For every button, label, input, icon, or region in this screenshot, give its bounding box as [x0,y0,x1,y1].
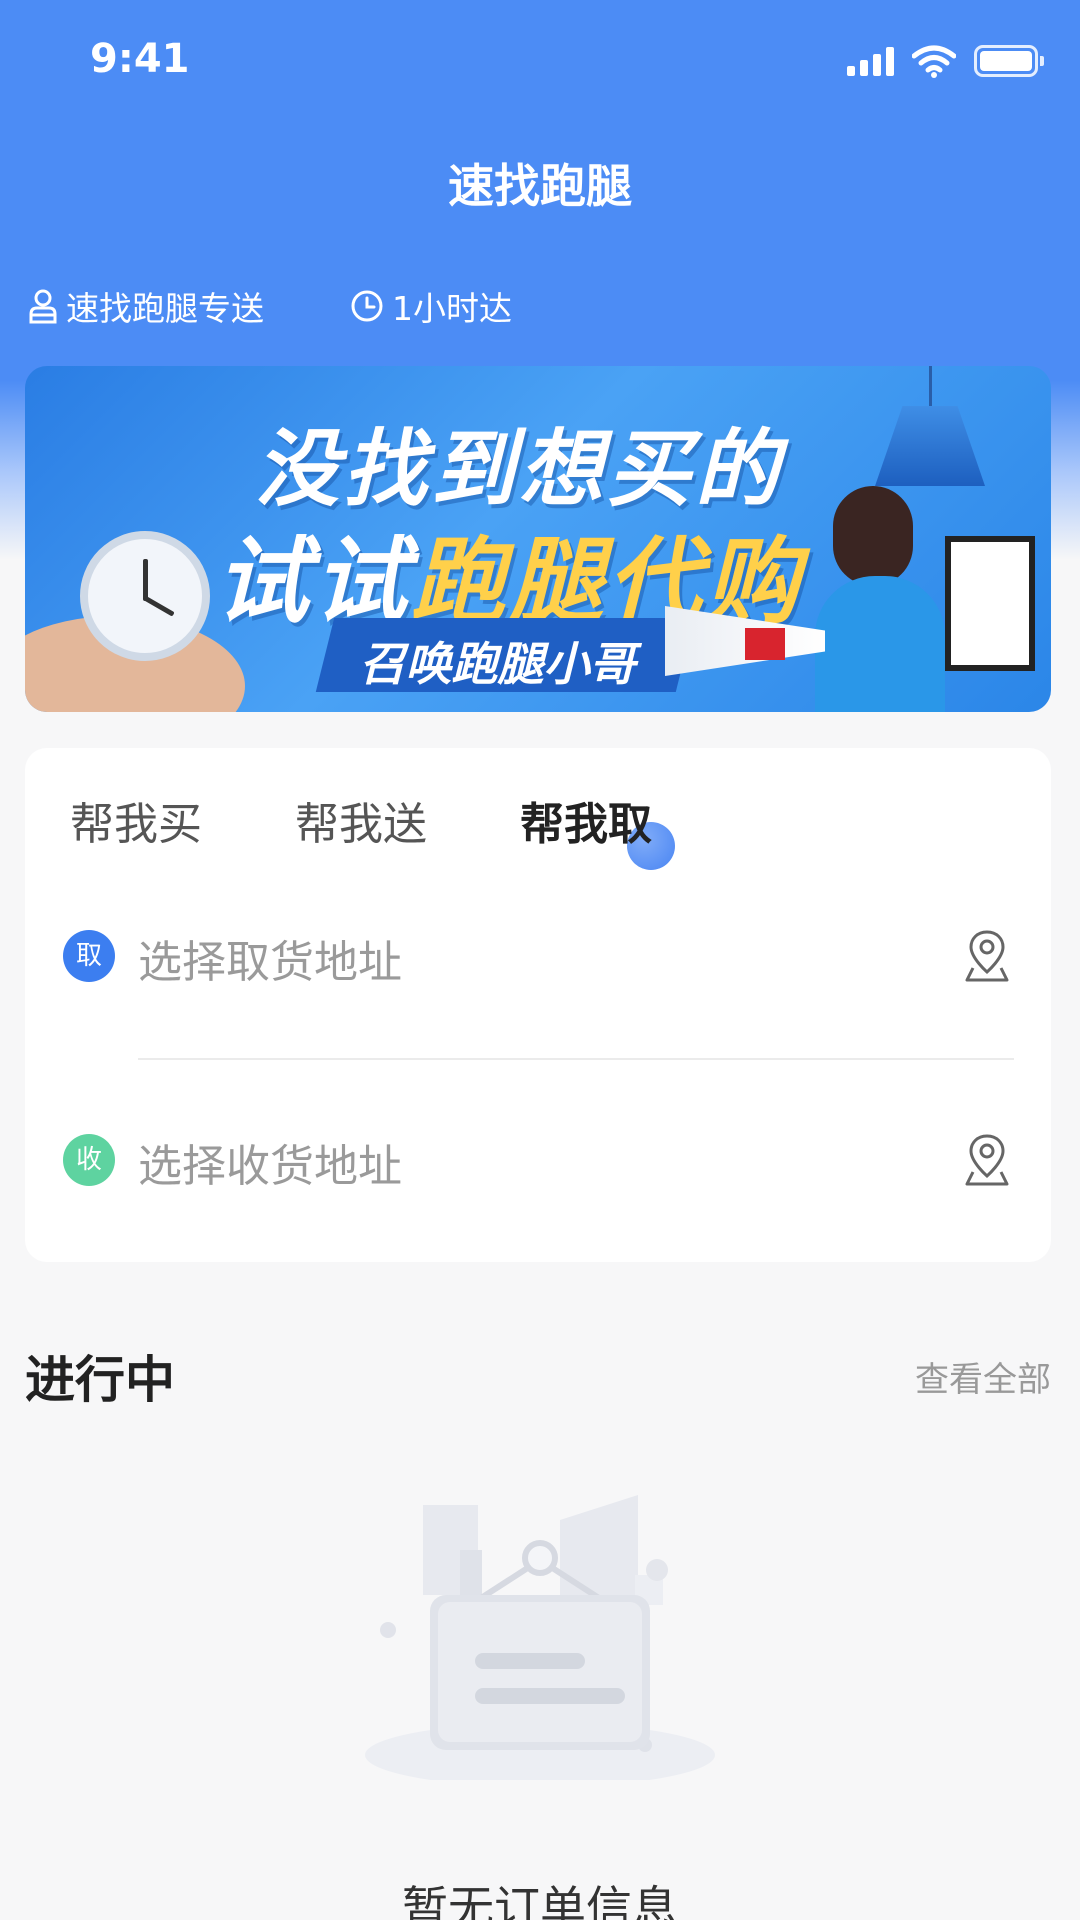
banner-tag: 召唤跑腿小哥 [315,618,695,692]
tab-buy-for-me[interactable]: 帮我买 [70,788,202,852]
feature-courier-label: 速找跑腿专送 [66,289,264,328]
page-title: 速找跑腿 [448,159,632,213]
banner-lamp-cord [929,366,932,408]
signal-icon [847,46,894,76]
delivery-address-row[interactable]: 收 选择收货地址 [25,1112,1051,1212]
wall-clock-icon [80,531,210,661]
tab-pick-up-for-me[interactable]: 帮我取 [520,788,652,852]
delivery-address-input[interactable]: 选择收货地址 [138,1130,402,1194]
courier-icon [29,289,57,324]
picture-frame-icon [945,536,1035,671]
empty-orders-illustration [365,1495,715,1780]
banner-person-illustration [815,576,945,712]
feature-delivery-time: 1小时达 [350,282,512,330]
app-screen: 9:41 速找跑腿 速找跑腿专送 1小时达 没找到想买的 试试跑腿代购 召唤跑腿… [0,0,1080,1920]
battery-icon [974,45,1044,77]
location-pin-icon[interactable] [963,928,1011,984]
order-card: 帮我买 帮我送 帮我取 取 选择取货地址 收 选择收货地址 [25,748,1051,1262]
feature-strip: 速找跑腿专送 1小时达 [28,282,512,330]
status-bar: 9:41 [0,0,1080,120]
feature-delivery-time-label: 1小时达 [392,289,512,328]
location-pin-icon[interactable] [963,1132,1011,1188]
megaphone-band [745,628,785,660]
in-progress-header: 进行中 查看全部 [25,1340,1051,1410]
in-progress-title: 进行中 [25,1351,175,1409]
empty-state-message: 暂无订单信息 [402,1881,678,1920]
banner-headline: 没找到想买的 [255,420,784,518]
promo-banner[interactable]: 没找到想买的 试试跑腿代购 召唤跑腿小哥 [25,366,1051,712]
view-all-link[interactable]: 查看全部 [915,1352,1051,1401]
feature-courier: 速找跑腿专送 [28,282,264,330]
tab-send-for-me[interactable]: 帮我送 [295,788,427,852]
service-tabs: 帮我买 帮我送 帮我取 [25,788,1051,870]
lamp-icon [875,406,985,486]
pickup-address-input[interactable]: 选择取货地址 [138,926,402,990]
pickup-badge: 取 [63,930,115,982]
clock-icon [351,290,383,322]
delivery-badge: 收 [63,1134,115,1186]
status-icons [847,44,1044,78]
address-divider [138,1058,1014,1060]
pickup-address-row[interactable]: 取 选择取货地址 [25,908,1051,1008]
banner-tag-label: 召唤跑腿小哥 [359,637,636,691]
status-time: 9:41 [90,36,190,82]
wifi-icon [912,45,956,78]
banner-person-head [833,486,913,586]
